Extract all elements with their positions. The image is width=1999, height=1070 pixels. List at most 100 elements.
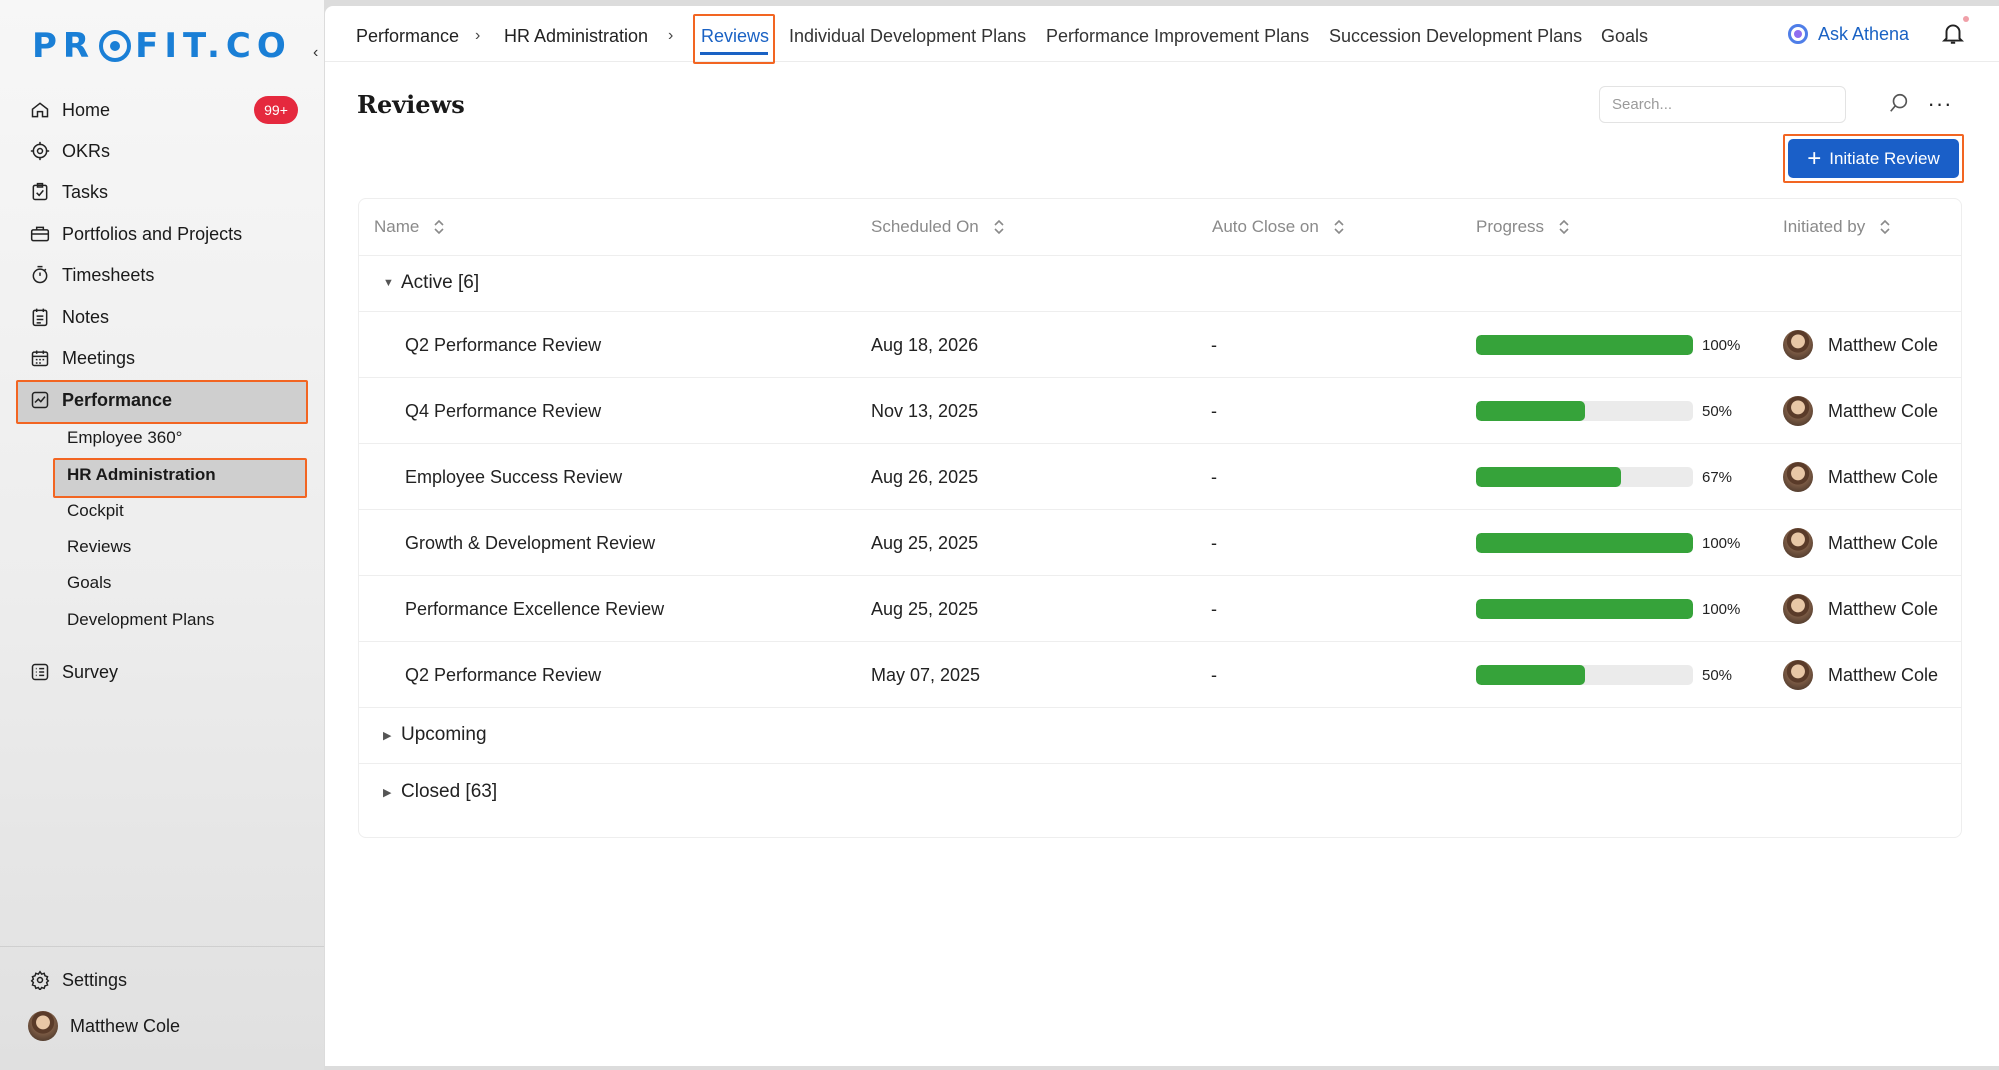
- sidebar-item-tasks[interactable]: Tasks: [28, 175, 108, 209]
- survey-icon: [28, 660, 52, 684]
- initiate-review-label: Initiate Review: [1829, 148, 1940, 168]
- group-label: Upcoming: [401, 724, 487, 745]
- sidebar-subitem-reviews[interactable]: Reviews: [67, 533, 131, 561]
- sidebar-item-home[interactable]: Home: [28, 93, 110, 127]
- table-row[interactable]: Employee Success Review Aug 26, 2025 - 67% M…: [359, 444, 1961, 510]
- bell-icon[interactable]: [1940, 20, 1968, 48]
- initiator-name: Matthew Cole: [1828, 466, 1939, 487]
- sidebar-item-okrs[interactable]: OKRs: [28, 134, 110, 168]
- table-row[interactable]: Q2 Performance Review Aug 18, 2026 - 100% Ma…: [359, 312, 1961, 378]
- sidebar-item-label: Performance: [62, 389, 173, 410]
- sidebar-user-profile[interactable]: Matthew Cole: [28, 1009, 180, 1043]
- column-header-initiated-by[interactable]: Initiated by: [1783, 199, 1891, 255]
- sidebar-subitem-hr-administration[interactable]: HR Administration: [67, 461, 216, 489]
- profit-logo[interactable]: PR FIT.CO: [32, 26, 292, 66]
- page-title: Reviews: [357, 90, 465, 119]
- progress-percent: 67%: [1702, 468, 1733, 486]
- group-closed[interactable]: ▶ Closed [63]: [383, 764, 497, 820]
- initiated-by[interactable]: Matthew Cole: [1783, 444, 1938, 510]
- avatar: [1783, 594, 1813, 624]
- sidebar-item-notes[interactable]: Notes: [28, 300, 109, 334]
- sort-icon[interactable]: [1333, 218, 1345, 236]
- review-name-link[interactable]: Performance Excellence Review: [405, 576, 664, 642]
- sidebar-item-performance[interactable]: Performance: [28, 383, 172, 417]
- column-header-scheduled-on[interactable]: Scheduled On: [871, 199, 1005, 255]
- progress-bar: [1476, 533, 1693, 553]
- tab-performance-improvement-plans[interactable]: Performance Improvement Plans: [1046, 20, 1309, 52]
- sidebar-item-survey[interactable]: Survey: [28, 655, 118, 689]
- chevron-right-icon: ▶: [383, 786, 392, 799]
- progress-fill: [1476, 599, 1693, 619]
- auto-close-date: -: [1211, 664, 1217, 685]
- active-tab-indicator: [700, 52, 768, 55]
- sidebar-subitem-employee-360[interactable]: Employee 360°: [67, 424, 182, 452]
- more-options-icon[interactable]: ···: [1925, 86, 1955, 122]
- review-name-link[interactable]: Growth & Development Review: [405, 510, 655, 576]
- breadcrumb-performance[interactable]: Performance: [356, 20, 459, 52]
- auto-close-date: -: [1211, 598, 1217, 619]
- initiated-by[interactable]: Matthew Cole: [1783, 510, 1938, 576]
- group-active[interactable]: ▼ Active [6]: [383, 255, 479, 311]
- progress-percent: 50%: [1702, 402, 1733, 420]
- column-header-label: Progress: [1476, 217, 1545, 236]
- collapse-sidebar-icon[interactable]: ‹: [313, 44, 318, 62]
- table-row[interactable]: Q2 Performance Review May 07, 2025 - 50% Mat…: [359, 642, 1961, 708]
- column-header-progress[interactable]: Progress: [1476, 199, 1570, 255]
- table-row[interactable]: Growth & Development Review Aug 25, 2025 -…: [359, 510, 1961, 576]
- initiated-by[interactable]: Matthew Cole: [1783, 642, 1938, 708]
- progress-bar: [1476, 335, 1693, 355]
- tab-goals[interactable]: Goals: [1601, 20, 1648, 52]
- row-divider: [359, 255, 1961, 256]
- review-name-link[interactable]: Q4 Performance Review: [405, 378, 601, 444]
- sort-icon[interactable]: [1558, 218, 1570, 236]
- ask-athena-button[interactable]: Ask Athena: [1788, 18, 1909, 50]
- sort-icon[interactable]: [993, 218, 1005, 236]
- tab-succession-development-plans[interactable]: Succession Development Plans: [1329, 20, 1582, 52]
- review-name-link[interactable]: Employee Success Review: [405, 444, 622, 510]
- initiator-name: Matthew Cole: [1828, 400, 1939, 421]
- progress-fill: [1476, 467, 1622, 487]
- group-upcoming[interactable]: ▶ Upcoming: [383, 707, 487, 763]
- breadcrumb-hr-administration[interactable]: HR Administration: [504, 20, 648, 52]
- avatar: [1783, 462, 1813, 492]
- sidebar-subitem-development-plans[interactable]: Development Plans: [67, 606, 214, 634]
- search-input[interactable]: [1599, 86, 1846, 123]
- scheduled-date: Aug 25, 2025: [871, 532, 979, 553]
- row-divider: [359, 763, 1961, 764]
- column-header-label: Initiated by: [1783, 217, 1866, 236]
- sidebar-item-timesheets[interactable]: Timesheets: [28, 258, 154, 292]
- sidebar-subitem-goals[interactable]: Goals: [67, 569, 111, 597]
- table-row[interactable]: Q4 Performance Review Nov 13, 2025 - 50% Mat…: [359, 378, 1961, 444]
- logo-text-end: FIT.CO: [135, 26, 292, 66]
- plus-icon: +: [1807, 144, 1822, 172]
- sort-icon[interactable]: [433, 218, 445, 236]
- auto-close-date: -: [1211, 532, 1217, 553]
- initiated-by[interactable]: Matthew Cole: [1783, 576, 1938, 642]
- column-header-auto-close-on[interactable]: Auto Close on: [1212, 199, 1345, 255]
- home-icon: [28, 98, 52, 122]
- auto-close-date: -: [1211, 400, 1217, 421]
- sidebar-item-label: Home: [62, 99, 111, 120]
- column-header-name[interactable]: Name: [374, 199, 445, 255]
- tab-reviews[interactable]: Reviews: [701, 20, 769, 52]
- initiate-review-button[interactable]: + Initiate Review: [1788, 139, 1959, 178]
- initiator-name: Matthew Cole: [1828, 334, 1939, 355]
- sidebar-item-meetings[interactable]: Meetings: [28, 341, 135, 375]
- notification-badge: 99+: [254, 96, 298, 124]
- sort-icon[interactable]: [1879, 218, 1891, 236]
- avatar: [1783, 660, 1813, 690]
- column-header-label: Scheduled On: [871, 217, 979, 236]
- progress-bar: [1476, 665, 1693, 685]
- tab-individual-development-plans[interactable]: Individual Development Plans: [789, 20, 1026, 52]
- sidebar-subitem-cockpit[interactable]: Cockpit: [67, 497, 124, 525]
- table-row[interactable]: Performance Excellence Review Aug 25, 202…: [359, 576, 1961, 642]
- search-icon[interactable]: [1888, 92, 1912, 116]
- sidebar-item-label: OKRs: [62, 140, 111, 161]
- review-name-link[interactable]: Q2 Performance Review: [405, 312, 601, 378]
- initiated-by[interactable]: Matthew Cole: [1783, 312, 1938, 378]
- sidebar-user-name: Matthew Cole: [70, 1015, 181, 1036]
- review-name-link[interactable]: Q2 Performance Review: [405, 642, 601, 708]
- initiated-by[interactable]: Matthew Cole: [1783, 378, 1938, 444]
- sidebar-item-settings[interactable]: Settings: [28, 963, 127, 997]
- sidebar-item-portfolios[interactable]: Portfolios and Projects: [28, 217, 242, 251]
